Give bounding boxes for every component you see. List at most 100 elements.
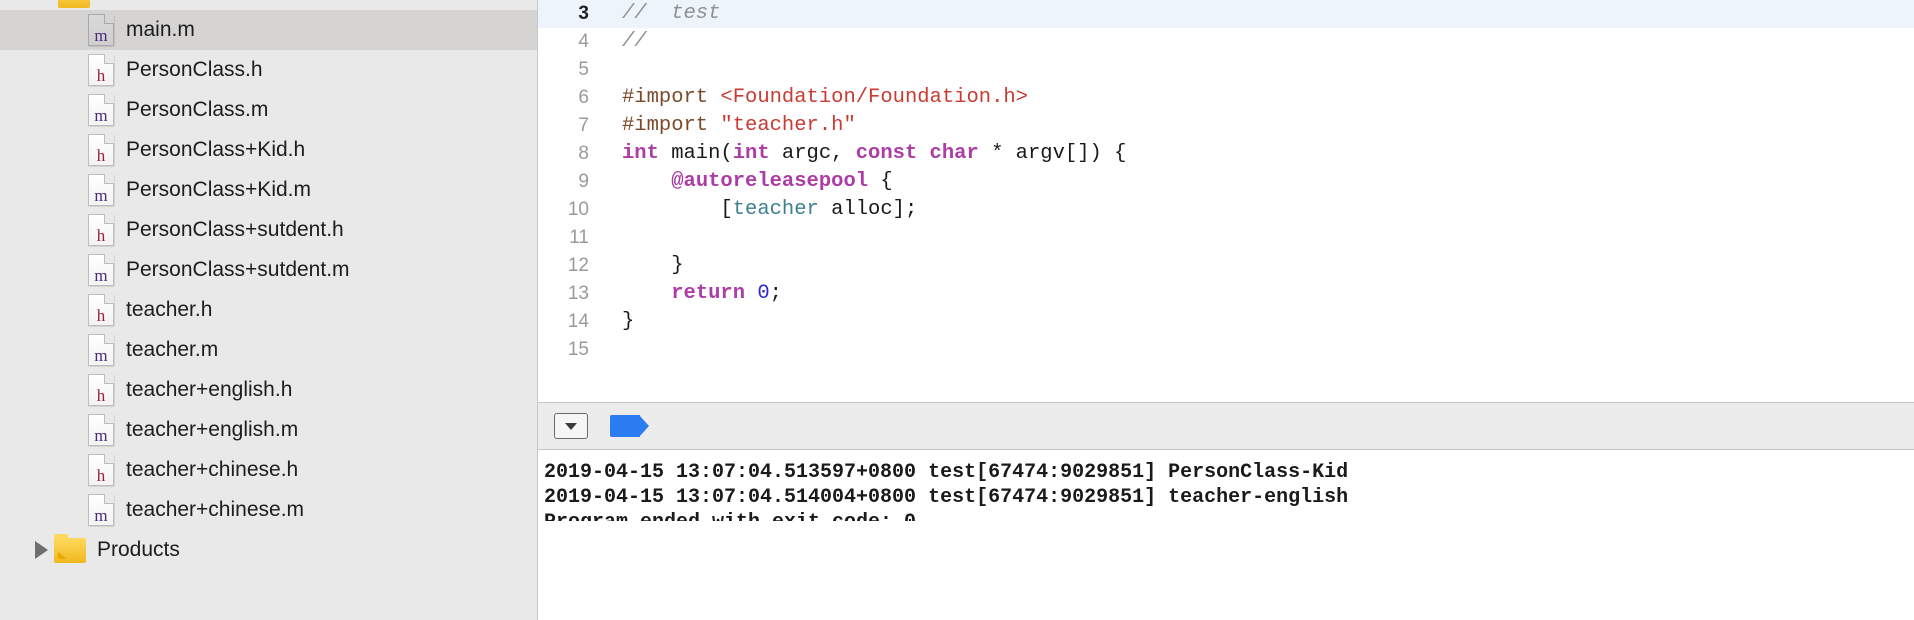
line-number: 13 [567,283,589,304]
code-line-text: // test [602,0,720,28]
file-type-glyph: h [96,66,106,85]
console-output[interactable]: 2019-04-15 13:07:04.513597+0800 test[674… [538,450,1914,620]
code-token: teacher [732,198,819,221]
project-navigator-list[interactable]: m main.m h PersonClass.h m PersonClass.m h Pers… [0,10,537,570]
source-code-editor[interactable]: 3 // test 4 // 5 6 #import <Foundation/Foundat… [538,0,1914,402]
nav-row-teacher-english-m[interactable]: m teacher+english.m [0,410,537,450]
filter-flag-icon[interactable] [610,415,649,437]
code-line-text: } [602,308,634,336]
code-line[interactable]: 13 return 0; [538,280,1914,308]
folder-icon [54,533,86,563]
chevron-down-icon [565,422,577,430]
nav-row-personclass-sutdent-h[interactable]: h PersonClass+sutdent.h [0,210,537,250]
disclosure-triangle-icon[interactable] [28,541,54,559]
code-token: main( [658,142,733,165]
line-number: 15 [567,339,589,360]
line-number: 8 [578,143,589,164]
nav-row-teacher-chinese-h[interactable]: h teacher+chinese.h [0,450,537,490]
project-navigator[interactable]: m main.m h PersonClass.h m PersonClass.m h Pers… [0,0,538,620]
code-line[interactable]: 11 [538,224,1914,252]
nav-row-personclass-h[interactable]: h PersonClass.h [0,50,537,90]
code-token: #import [622,114,721,137]
nav-row-clipped-group[interactable] [0,0,537,10]
code-line-text: @autoreleasepool { [602,168,892,196]
objc-implementation-file-icon: m [88,334,114,366]
code-token: 0 [757,282,770,305]
code-token: "teacher.h" [720,114,856,137]
code-token: @autoreleasepool [671,170,869,193]
source-code-lines[interactable]: 3 // test 4 // 5 6 #import <Foundation/Foundat… [538,0,1914,364]
nav-row-label: teacher+chinese.m [126,498,305,521]
code-line-text: int main(int argc, const char * argv[]) … [602,140,1126,168]
objc-implementation-file-icon: m [88,414,114,446]
nav-row-label: teacher.h [126,298,213,321]
code-line[interactable]: 15 [538,336,1914,364]
toggle-console-button[interactable] [554,413,588,439]
code-token: [ [622,198,733,221]
objc-header-file-icon: h [88,54,114,86]
nav-row-teacher-english-h[interactable]: h teacher+english.h [0,370,537,410]
code-line[interactable]: 7 #import "teacher.h" [538,112,1914,140]
line-number: 5 [578,59,589,80]
nav-row-personclass-m[interactable]: m PersonClass.m [0,90,537,130]
objc-header-file-icon: h [88,134,114,166]
nav-row-personclass-kid-h[interactable]: h PersonClass+Kid.h [0,130,537,170]
nav-row-label: PersonClass.h [126,58,263,81]
nav-row-personclass-sutdent-m[interactable]: m PersonClass+sutdent.m [0,250,537,290]
code-line[interactable]: 4 // [538,28,1914,56]
nav-row-personclass-kid-m[interactable]: m PersonClass+Kid.m [0,170,537,210]
flag-body [610,415,640,437]
code-line[interactable]: 10 [teacher alloc]; [538,196,1914,224]
nav-row-teacher-chinese-m[interactable]: m teacher+chinese.m [0,490,537,530]
code-line[interactable]: 5 [538,56,1914,84]
nav-row-label: Products [97,538,180,561]
objc-header-file-icon: h [88,454,114,486]
debug-bar[interactable] [538,402,1914,450]
line-number: 10 [567,199,589,220]
nav-row-label: teacher+english.m [126,418,299,441]
console-line-partial: Program ended with exit code: 0 [544,510,1914,521]
objc-implementation-file-icon: m [88,14,114,46]
code-line[interactable]: 14} [538,308,1914,336]
objc-implementation-file-icon: m [88,254,114,286]
code-line-text: } [602,252,683,280]
nav-row-label: teacher+chinese.h [126,458,299,481]
code-token: } [622,310,635,333]
file-type-glyph: h [96,306,106,325]
code-line[interactable]: 8 int main(int argc, const char * argv[])… [538,140,1914,168]
line-number: 14 [567,311,589,332]
code-line-text: return 0; [602,280,782,308]
code-line[interactable]: 6 #import <Foundation/Foundation.h> [538,84,1914,112]
code-token: // [622,30,647,53]
console-line: 2019-04-15 13:07:04.514004+0800 test[674… [544,486,1349,509]
code-token: alloc]; [818,198,918,221]
console-line: 2019-04-15 13:07:04.513597+0800 test[674… [544,461,1349,484]
nav-row-main-m[interactable]: m main.m [0,10,537,50]
xcode-window: m main.m h PersonClass.h m PersonClass.m h Pers… [0,0,1914,620]
nav-row-teacher-h[interactable]: h teacher.h [0,290,537,330]
file-type-glyph: m [94,506,108,525]
code-line[interactable]: 9 @autoreleasepool { [538,168,1914,196]
file-type-glyph: m [94,266,108,285]
code-line[interactable]: 12 } [538,252,1914,280]
file-type-glyph: h [96,146,106,165]
file-type-glyph: m [94,106,108,125]
line-number: 7 [578,115,589,136]
nav-row-label: PersonClass+sutdent.m [126,258,350,281]
code-token: * argv[]) { [978,142,1127,165]
editor-area: 3 // test 4 // 5 6 #import <Foundation/Foundat… [538,0,1914,620]
nav-row-teacher-m[interactable]: m teacher.m [0,330,537,370]
file-type-glyph: m [94,186,108,205]
folder-icon [58,0,90,8]
code-line-text: // [602,28,647,56]
nav-row-label: PersonClass+sutdent.h [126,218,344,241]
triangle-right-icon [34,541,48,559]
nav-row-label: main.m [126,18,195,41]
code-line[interactable]: 3 // test [538,0,1914,28]
nav-row-products[interactable]: Products [0,530,537,570]
